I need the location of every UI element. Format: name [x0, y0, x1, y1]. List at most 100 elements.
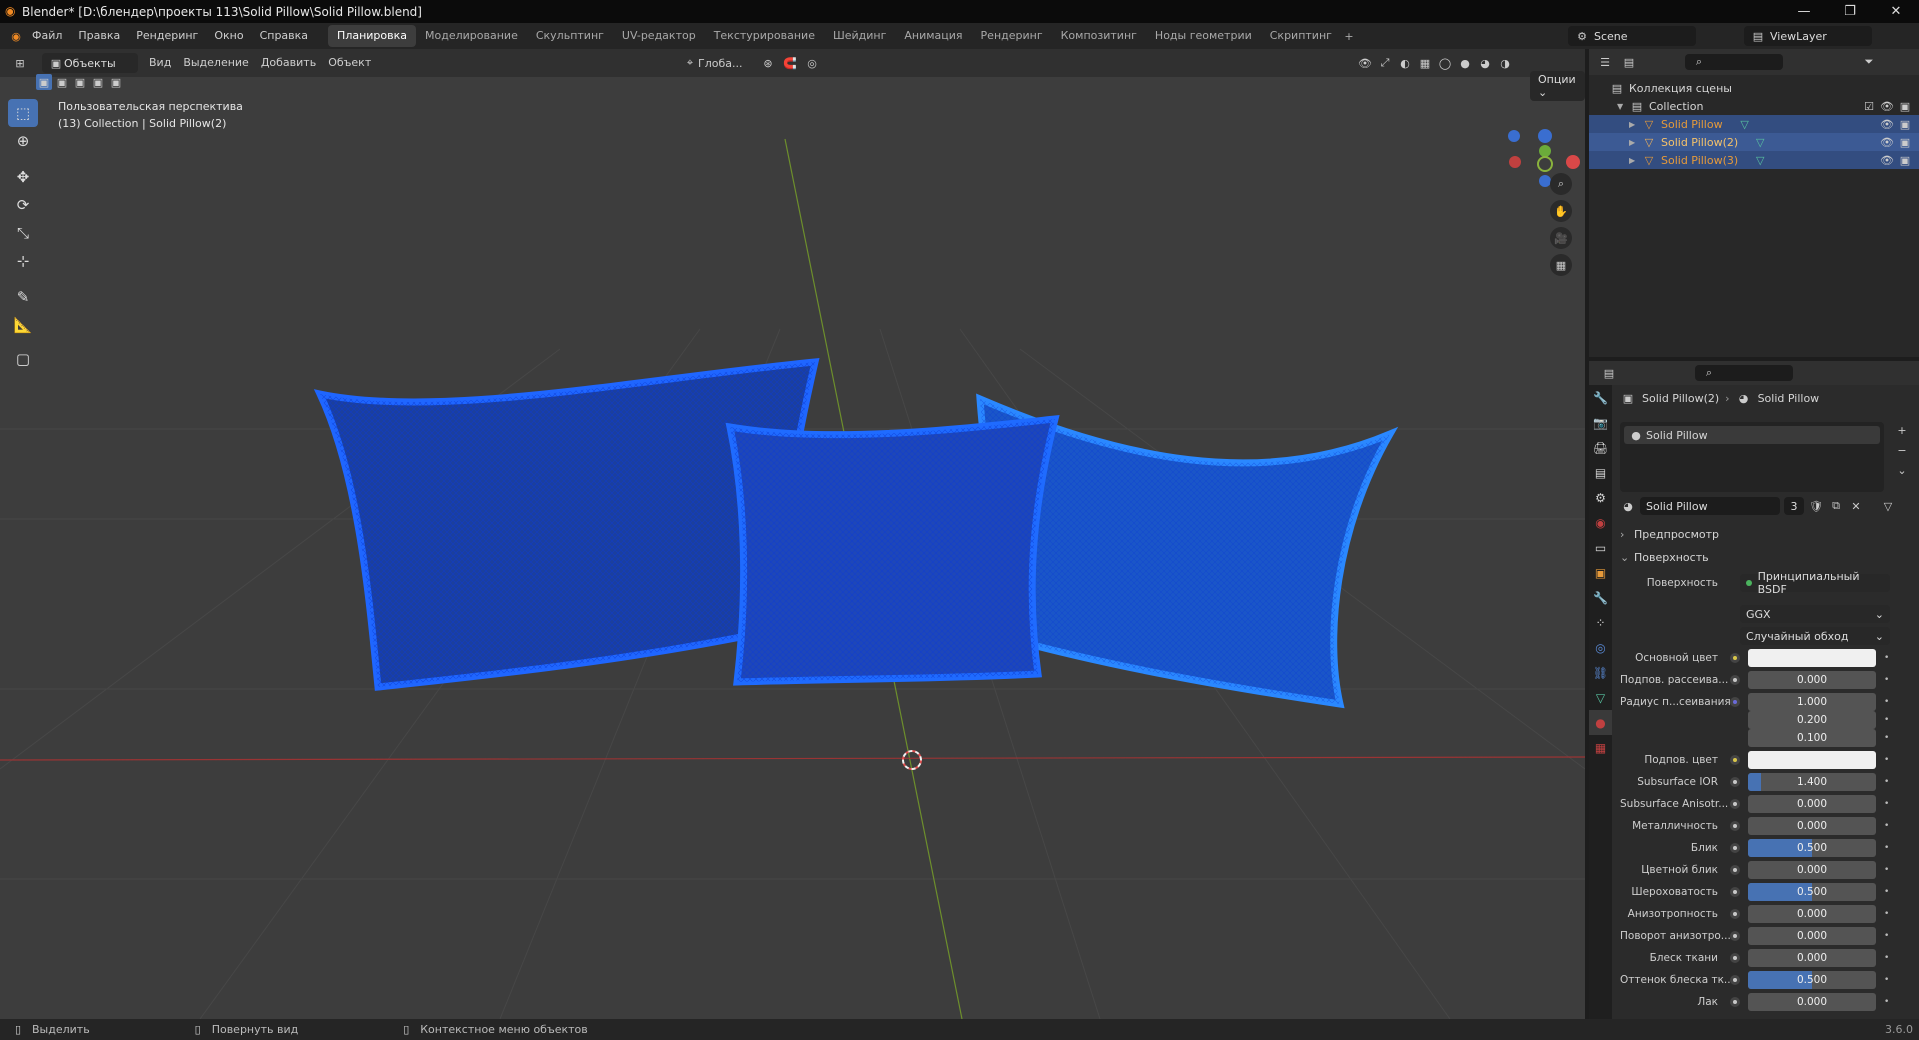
keyframe-icon[interactable]: • — [1884, 755, 1892, 765]
surface-panel-header[interactable]: ⌄ Поверхность — [1620, 547, 1910, 567]
editor-type-icon[interactable]: ⊞ — [12, 55, 28, 71]
socket-icon[interactable] — [1730, 675, 1740, 685]
perspective-grid-icon[interactable]: ▦ — [1550, 254, 1572, 276]
outliner-editor-icon[interactable]: ☰ — [1597, 54, 1613, 70]
physics-tab-icon[interactable]: ◎ — [1589, 635, 1612, 660]
properties-editor-icon[interactable]: ▤ — [1601, 365, 1617, 381]
value-slider[interactable]: 0.000 — [1748, 993, 1876, 1011]
value-slider[interactable]: 0.000 — [1748, 671, 1876, 689]
tool-tab-icon[interactable]: 🔧 — [1589, 385, 1612, 410]
outliner-object-row[interactable]: ▶ ▽ Solid Pillow(2) ▽ 👁 ▣ — [1589, 133, 1919, 151]
value-slider[interactable]: 0.000 — [1748, 795, 1876, 813]
value-slider[interactable]: 0.200 — [1748, 711, 1876, 729]
snap-icon[interactable]: 🧲 — [782, 55, 798, 71]
viewport-menu-item[interactable]: Вид — [143, 49, 177, 77]
value-slider[interactable]: 0.000 — [1748, 927, 1876, 945]
value-slider[interactable]: 0.500 — [1748, 883, 1876, 901]
value-slider[interactable]: 0.000 — [1748, 861, 1876, 879]
menu-item[interactable]: Справка — [252, 23, 316, 49]
select-extend-icon[interactable]: ▣ — [54, 74, 70, 90]
socket-icon[interactable] — [1730, 931, 1740, 941]
select-subtract-icon[interactable]: ▣ — [72, 74, 88, 90]
menu-item[interactable]: Файл — [24, 23, 70, 49]
socket-icon[interactable] — [1730, 799, 1740, 809]
outliner-object-row[interactable]: ▶ ▽ Solid Pillow ▽ 👁 ▣ — [1589, 115, 1919, 133]
keyframe-icon[interactable]: • — [1884, 715, 1892, 725]
select-invert-icon[interactable]: ▣ — [90, 74, 106, 90]
rendered-shading-icon[interactable]: ◑ — [1497, 55, 1513, 71]
socket-icon[interactable] — [1730, 953, 1740, 963]
browse-material-icon[interactable]: ◕ — [1620, 498, 1636, 514]
value-slider[interactable]: 0.500 — [1748, 839, 1876, 857]
particles-tab-icon[interactable]: ⁘ — [1589, 610, 1612, 635]
workspace-tab[interactable]: Ноды геометрии — [1146, 25, 1261, 47]
socket-icon[interactable] — [1730, 755, 1740, 765]
socket-icon[interactable] — [1730, 997, 1740, 1007]
viewport-menu-item[interactable]: Выделение — [177, 49, 255, 77]
keyframe-icon[interactable]: • — [1884, 821, 1892, 831]
workspace-tab[interactable]: Планировка — [328, 25, 417, 47]
expand-arrow-icon[interactable]: ▶ — [1629, 156, 1641, 165]
close-window-button[interactable]: ✕ — [1873, 0, 1919, 23]
outliner-search-input[interactable]: ⌕ — [1685, 54, 1783, 70]
users-count[interactable]: 3 — [1784, 497, 1804, 515]
keyframe-icon[interactable]: • — [1884, 909, 1892, 919]
eye-icon[interactable]: 👁 — [1879, 134, 1895, 150]
properties-search-input[interactable]: ⌕ — [1695, 365, 1793, 381]
select-box-tool[interactable]: ⬚ — [8, 99, 38, 127]
cursor-tool[interactable]: ⊕ — [8, 127, 38, 155]
socket-icon[interactable] — [1730, 865, 1740, 875]
socket-icon[interactable] — [1730, 821, 1740, 831]
keyframe-icon[interactable]: • — [1884, 697, 1892, 707]
visibility-icon[interactable]: 👁 — [1357, 55, 1373, 71]
preview-panel-header[interactable]: › Предпросмотр — [1620, 524, 1910, 544]
value-slider[interactable]: 0.000 — [1748, 905, 1876, 923]
constraints-tab-icon[interactable]: ⛓ — [1589, 660, 1612, 685]
pan-hand-icon[interactable]: ✋ — [1550, 200, 1572, 222]
value-slider[interactable]: 1.400 — [1748, 773, 1876, 791]
collection-row[interactable]: ▼ ▤ Collection ☑ 👁 ▣ — [1589, 97, 1919, 115]
eye-icon[interactable]: 👁 — [1879, 116, 1895, 132]
world-tab-icon[interactable]: ◉ — [1589, 510, 1612, 535]
socket-icon[interactable] — [1730, 653, 1740, 663]
measure-tool[interactable]: 📐 — [8, 311, 38, 339]
keyframe-icon[interactable]: • — [1884, 887, 1892, 897]
viewport-menu-item[interactable]: Объект — [322, 49, 377, 77]
mode-selector[interactable]: ▣ Объекты — [42, 53, 138, 73]
socket-icon[interactable] — [1730, 887, 1740, 897]
keyframe-icon[interactable]: • — [1884, 953, 1892, 963]
eye-icon[interactable]: 👁 — [1879, 98, 1895, 114]
value-slider[interactable]: 1.000 — [1748, 693, 1876, 711]
value-slider[interactable]: 0.100 — [1748, 729, 1876, 747]
workspace-tab[interactable]: UV-редактор — [613, 25, 705, 47]
menu-item[interactable]: Окно — [206, 23, 251, 49]
value-slider[interactable]: 0.000 — [1748, 817, 1876, 835]
display-mode-icon[interactable]: ▤ — [1621, 54, 1637, 70]
render-icon[interactable]: ▣ — [1897, 134, 1913, 150]
expand-arrow-icon[interactable]: ▼ — [1617, 102, 1629, 111]
duplicate-icon[interactable]: ⧉ — [1828, 498, 1844, 514]
socket-icon[interactable] — [1730, 697, 1740, 707]
value-slider[interactable]: 0.000 — [1748, 949, 1876, 967]
transform-tool[interactable]: ⊹ — [8, 247, 38, 275]
menu-item[interactable]: Рендеринг — [128, 23, 206, 49]
link-mode-icon[interactable]: ▽ — [1880, 498, 1896, 514]
workspace-tab[interactable]: Рендеринг — [972, 25, 1052, 47]
add-cube-tool[interactable]: ▢ — [8, 345, 38, 373]
overlay-icon[interactable]: ◐ — [1397, 55, 1413, 71]
keyframe-icon[interactable]: • — [1884, 799, 1892, 809]
render-tab-icon[interactable]: 📷 — [1589, 410, 1612, 435]
add-slot-icon[interactable]: + — [1894, 422, 1910, 438]
view-layer-selector[interactable]: ▤ ViewLayer — [1744, 26, 1872, 46]
blender-menu-icon[interactable]: ◉ — [8, 28, 24, 44]
value-slider[interactable]: 0.500 — [1748, 971, 1876, 989]
pivot-icon[interactable]: ⊛ — [760, 55, 776, 71]
annotate-tool[interactable]: ✎ — [8, 283, 38, 311]
select-new-icon[interactable]: ▣ — [36, 74, 52, 90]
material-tab-icon[interactable]: ● — [1589, 710, 1612, 735]
workspace-tab[interactable]: Композитинг — [1052, 25, 1146, 47]
collection-tab-icon[interactable]: ▭ — [1589, 535, 1612, 560]
viewport-menu-item[interactable]: Добавить — [255, 49, 322, 77]
unlink-icon[interactable]: ✕ — [1848, 498, 1864, 514]
expand-arrow-icon[interactable]: ▶ — [1629, 138, 1641, 147]
